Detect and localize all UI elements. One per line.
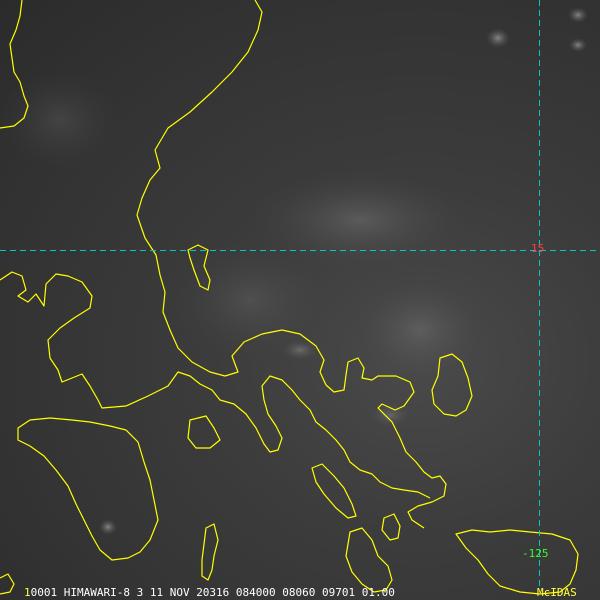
- coastline-masbate: [345, 527, 393, 593]
- longitude-label: -125: [522, 547, 549, 560]
- mcidas-logo: McIDAS: [537, 586, 577, 599]
- coastline-tablas: [201, 523, 219, 581]
- coastline-mindoro: [17, 417, 159, 561]
- latitude-label: 15: [531, 242, 545, 255]
- coastline-ticao: [381, 513, 401, 541]
- cloud-features: [0, 7, 588, 535]
- coastline-burias: [311, 463, 357, 519]
- coastline-samar: [455, 529, 579, 595]
- coastline-island-a: [187, 415, 221, 449]
- satellite-image-viewport[interactable]: 15 -125 10001 HIMAWARI-8 3 11 NOV 20316 …: [0, 0, 600, 600]
- satellite-imagery: [0, 0, 600, 595]
- frame-number: 1: [24, 586, 31, 599]
- status-bar: 10001 HIMAWARI-8 3 11 NOV 20316 084000 0…: [0, 586, 600, 600]
- status-text: 0001 HIMAWARI-8 3 11 NOV 20316 084000 08…: [30, 586, 395, 599]
